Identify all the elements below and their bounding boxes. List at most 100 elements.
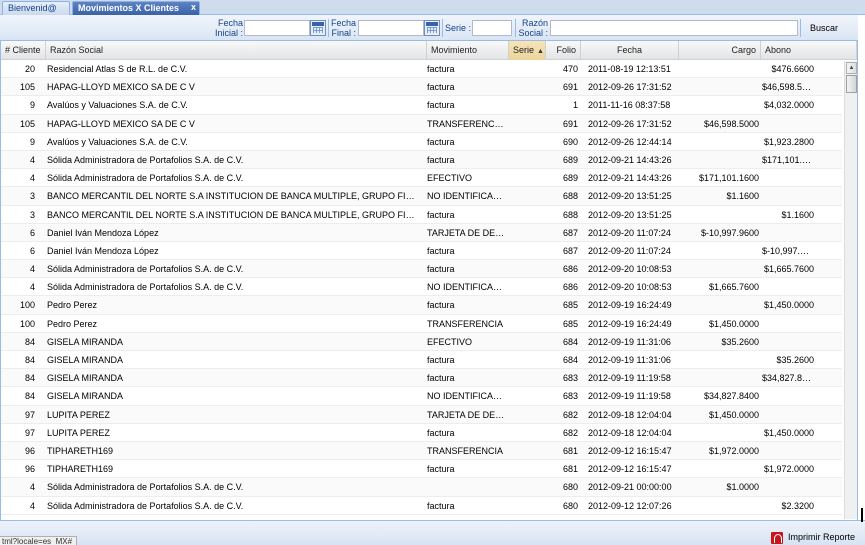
table-row[interactable]: 4 Sólida Administradora de Portafolios S.… (1, 278, 842, 297)
serie-cell (509, 169, 546, 187)
calendar-icon[interactable] (424, 20, 440, 36)
table-row[interactable]: 96 TIPHARETH169 factura 681 2012-09-12 16:15… (1, 460, 842, 479)
movimiento-cell: EFECTIVO (427, 173, 473, 184)
serie-cell (509, 424, 546, 442)
razon-social-cell: Sólida Administradora de Portafolios S.A… (47, 500, 244, 511)
buscar-button[interactable]: Buscar (803, 20, 845, 36)
folio-cell: 687 (562, 245, 578, 256)
fecha-inicial-field[interactable] (244, 20, 310, 36)
column-header-abono[interactable]: Abono (761, 41, 857, 60)
cargo-cell: $-10,997.9600 (700, 227, 759, 238)
folio-cell: 680 (562, 500, 578, 511)
vertical-scrollbar[interactable]: ▲ (844, 61, 857, 519)
table-row[interactable]: 4 Sólida Administradora de Portafolios S.… (1, 169, 842, 188)
abono-cell: $1,972.0000 (763, 464, 814, 475)
table-row[interactable]: 84 GISELA MIRANDA factura 684 2012-09-19 11:… (1, 351, 842, 370)
serie-cell (509, 478, 546, 496)
movimiento-cell: factura (427, 154, 455, 165)
serie-cell (509, 315, 546, 333)
table-row[interactable]: 6 Daniel Iván Mendoza López TARJETA DE DEB… (1, 223, 842, 242)
table-row[interactable]: 4 Sólida Administradora de Portafolios S.… (1, 260, 842, 279)
cliente-cell: 9 (29, 100, 35, 111)
status-url: tml?locale=es_MX# (0, 536, 78, 545)
fecha-cell: 2012-09-19 11:31:06 (588, 355, 671, 365)
cliente-cell: 97 (24, 427, 35, 438)
abono-cell (758, 187, 842, 205)
table-row[interactable]: 6 Daniel Iván Mendoza López factura 687 2012… (1, 242, 842, 261)
cliente-cell: 6 (29, 245, 35, 256)
scroll-up-icon[interactable]: ▲ (846, 62, 857, 74)
table-row[interactable]: 3 BANCO MERCANTIL DEL NORTE S.A INSTITUCI… (1, 187, 842, 206)
movimiento-cell: factura (427, 100, 455, 111)
table-row[interactable]: 96 TIPHARETH169 TRANSFERENCIA 681 2012-09-12… (1, 441, 842, 461)
fecha-cell: 2011-11-16 08:37:58 (588, 100, 671, 111)
column-header-cliente[interactable]: # Cliente (1, 41, 46, 60)
column-header-cargo[interactable]: Cargo (679, 41, 761, 60)
razon-social-cell: HAPAG-LLOYD MEXICO SA DE C V (47, 118, 195, 129)
fecha-final-field[interactable] (358, 20, 424, 36)
abono-cell (758, 442, 842, 460)
table-row[interactable]: 105 HAPAG-LLOYD MEXICO SA DE C V factura 69… (1, 78, 842, 97)
folio-cell: 683 (562, 373, 578, 384)
filter-toolbar: Fecha Inicial : Fecha Final : Serie : Ra… (0, 15, 858, 41)
table-row[interactable]: 105 HAPAG-LLOYD MEXICO SA DE C V TRANSFERE… (1, 114, 842, 133)
fecha-cell: 2012-09-26 12:44:14 (588, 136, 672, 147)
table-row[interactable]: 4 Sólida Administradora de Portafolios S.… (1, 497, 842, 515)
fecha-cell: 2012-09-12 12:07:26 (588, 500, 672, 511)
table-row[interactable]: 84 GISELA MIRANDA EFECTIVO 684 2012-09-19 11… (1, 332, 842, 351)
column-header-movimiento[interactable]: Movimiento (427, 41, 509, 60)
table-row[interactable]: 4 Sólida Administradora de Portafolios S.… (1, 478, 842, 497)
column-header-serie[interactable]: Serie ▲ (509, 41, 546, 60)
serie-field[interactable] (472, 20, 512, 36)
cliente-cell: 3 (29, 191, 35, 202)
table-row[interactable]: 97 LUPITA PEREZ TARJETA DE DEBI... 682 2012-… (1, 405, 842, 424)
table-row[interactable]: 97 LUPITA PEREZ factura 682 2012-09-18 12:04… (1, 424, 842, 442)
folio-cell: 680 (562, 482, 578, 493)
serie-cell (509, 224, 546, 242)
razon-social-cell: Residencial Atlas S de R.L. de C.V. (47, 64, 188, 74)
cliente-cell: 105 (19, 82, 35, 93)
cliente-cell: 84 (24, 336, 35, 347)
close-icon[interactable]: x (191, 2, 196, 14)
fecha-cell: 2011-08-19 12:13:51 (588, 64, 671, 74)
fecha-cell: 2012-09-19 11:31:06 (588, 336, 671, 347)
table-row[interactable]: 84 GISELA MIRANDA NO IDENTIFICADO 683 2012-0… (1, 387, 842, 406)
cliente-cell: 96 (24, 464, 35, 475)
movimiento-cell: factura (427, 264, 455, 275)
grid-header: # Cliente Razón Social Movimiento Serie ▲… (1, 41, 857, 60)
movimiento-cell: NO IDENTIFICADO (427, 282, 507, 293)
fecha-cell: 2012-09-21 14:43:26 (588, 154, 672, 165)
movimiento-cell: factura (427, 209, 455, 220)
table-row[interactable]: 3 BANCO MERCANTIL DEL NORTE S.A INSTITUCI… (1, 206, 842, 224)
table-row[interactable]: 84 GISELA MIRANDA factura 683 2012-09-19 11:… (1, 369, 842, 388)
tab-movimientos-x-clientes[interactable]: Movimientos X Clientes x (72, 1, 200, 15)
razon-social-cell: Pedro Perez (47, 318, 98, 329)
razon-social-cell: HAPAG-LLOYD MEXICO SA DE C V (47, 82, 195, 93)
imprimir-reporte-button[interactable]: Imprimir Reporte (771, 530, 855, 544)
serie-cell (509, 187, 546, 205)
column-header-folio[interactable]: Folio (546, 41, 581, 60)
fecha-cell: 2012-09-18 12:04:04 (588, 409, 672, 420)
scroll-thumb[interactable] (846, 75, 857, 93)
razon-social-cell: GISELA MIRANDA (47, 355, 124, 365)
table-row[interactable]: 4 Sólida Administradora de Portafolios S.… (1, 150, 842, 170)
table-row[interactable]: 100 Pedro Perez TRANSFERENCIA 685 2012-09-19… (1, 315, 842, 333)
tab-label: Bienvenid@ (8, 3, 57, 13)
cargo-cell: $1,972.0000 (708, 445, 759, 456)
razon-social-cell: Sólida Administradora de Portafolios S.A… (47, 282, 244, 293)
tab-bienvenido[interactable]: Bienvenid@ (2, 1, 70, 15)
column-header-fecha[interactable]: Fecha (581, 41, 679, 60)
folio-cell: 684 (562, 355, 578, 365)
table-row[interactable]: 9 Avalúos y Valuaciones S.A. de C.V. factu… (1, 96, 842, 115)
table-row[interactable]: 9 Avalúos y Valuaciones S.A. de C.V. factu… (1, 133, 842, 151)
cargo-cell: $34,827.8400 (703, 391, 759, 402)
razon-social-field[interactable] (550, 20, 798, 36)
cargo-cell: $1.1600 (726, 191, 759, 202)
razon-social-cell: Avalúos y Valuaciones S.A. de C.V. (47, 100, 188, 111)
cliente-cell: 3 (29, 209, 35, 220)
table-row[interactable]: 100 Pedro Perez factura 685 2012-09-19 16:24… (1, 296, 842, 315)
column-header-razon-social[interactable]: Razón Social (46, 41, 427, 60)
folio-cell: 689 (562, 173, 578, 184)
table-row[interactable]: 20 Residencial Atlas S de R.L. de C.V. fac… (1, 60, 842, 79)
movimiento-cell (423, 478, 509, 496)
